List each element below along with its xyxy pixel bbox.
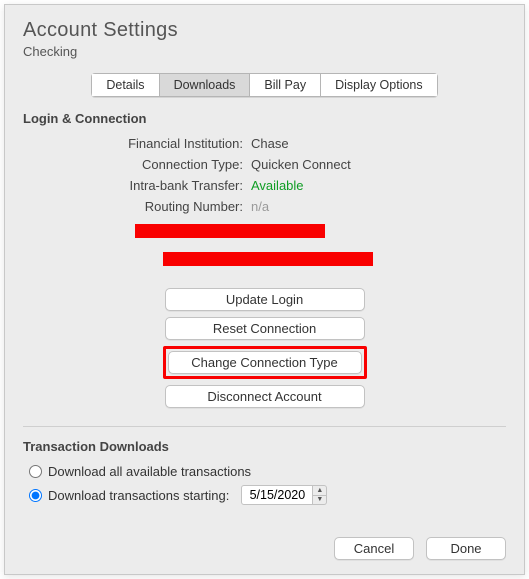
dialog-footer: Cancel Done xyxy=(5,527,524,574)
date-input[interactable] xyxy=(241,485,313,505)
radio-starting-label: Download transactions starting: xyxy=(48,488,229,503)
page-title: Account Settings xyxy=(23,19,506,42)
redaction-bar xyxy=(163,252,373,266)
fi-value: Chase xyxy=(251,136,289,151)
redaction-bar xyxy=(135,224,325,238)
row-connection-type: Connection Type: Quicken Connect xyxy=(23,157,506,172)
fi-label: Financial Institution: xyxy=(23,136,251,151)
segmented-control: Details Downloads Bill Pay Display Optio… xyxy=(91,73,437,97)
rn-label: Routing Number: xyxy=(23,199,251,214)
change-connection-type-button[interactable]: Change Connection Type xyxy=(168,351,362,374)
tab-details[interactable]: Details xyxy=(91,73,158,97)
ct-value: Quicken Connect xyxy=(251,157,351,172)
disconnect-account-button[interactable]: Disconnect Account xyxy=(165,385,365,408)
cancel-button[interactable]: Cancel xyxy=(334,537,414,560)
page-subtitle: Checking xyxy=(23,44,506,59)
dialog-header: Account Settings Checking xyxy=(5,5,524,65)
redacted-row-1 xyxy=(23,224,506,238)
reset-connection-button[interactable]: Reset Connection xyxy=(165,317,365,340)
row-intrabank-transfer: Intra-bank Transfer: Available xyxy=(23,178,506,193)
radio-all-input[interactable] xyxy=(29,465,42,478)
done-button[interactable]: Done xyxy=(426,537,506,560)
date-stepper-buttons: ▲ ▼ xyxy=(313,485,327,505)
ct-label: Connection Type: xyxy=(23,157,251,172)
tab-downloads[interactable]: Downloads xyxy=(159,73,250,97)
change-connection-highlight: Change Connection Type xyxy=(163,346,367,379)
rn-value: n/a xyxy=(251,199,269,214)
update-login-button[interactable]: Update Login xyxy=(165,288,365,311)
account-settings-dialog: Account Settings Checking Details Downlo… xyxy=(4,4,525,575)
trans-section-title: Transaction Downloads xyxy=(23,439,506,454)
ibt-label: Intra-bank Transfer: xyxy=(23,178,251,193)
radio-starting-input[interactable] xyxy=(29,489,42,502)
tab-bar: Details Downloads Bill Pay Display Optio… xyxy=(23,73,506,97)
login-section-title: Login & Connection xyxy=(23,111,506,126)
stepper-up-icon[interactable]: ▲ xyxy=(313,486,326,496)
redacted-row-2 xyxy=(23,252,506,266)
tab-bill-pay[interactable]: Bill Pay xyxy=(249,73,320,97)
section-divider xyxy=(23,426,506,427)
dialog-content: Details Downloads Bill Pay Display Optio… xyxy=(5,65,524,527)
radio-download-starting[interactable]: Download transactions starting: ▲ ▼ xyxy=(23,485,506,505)
row-financial-institution: Financial Institution: Chase xyxy=(23,136,506,151)
radio-all-label: Download all available transactions xyxy=(48,464,251,479)
connection-buttons: Update Login Reset Connection Change Con… xyxy=(23,288,506,408)
date-stepper: ▲ ▼ xyxy=(241,485,327,505)
tab-display-options[interactable]: Display Options xyxy=(320,73,438,97)
ibt-value: Available xyxy=(251,178,304,193)
radio-download-all[interactable]: Download all available transactions xyxy=(23,464,506,479)
stepper-down-icon[interactable]: ▼ xyxy=(313,496,326,505)
row-routing-number: Routing Number: n/a xyxy=(23,199,506,214)
